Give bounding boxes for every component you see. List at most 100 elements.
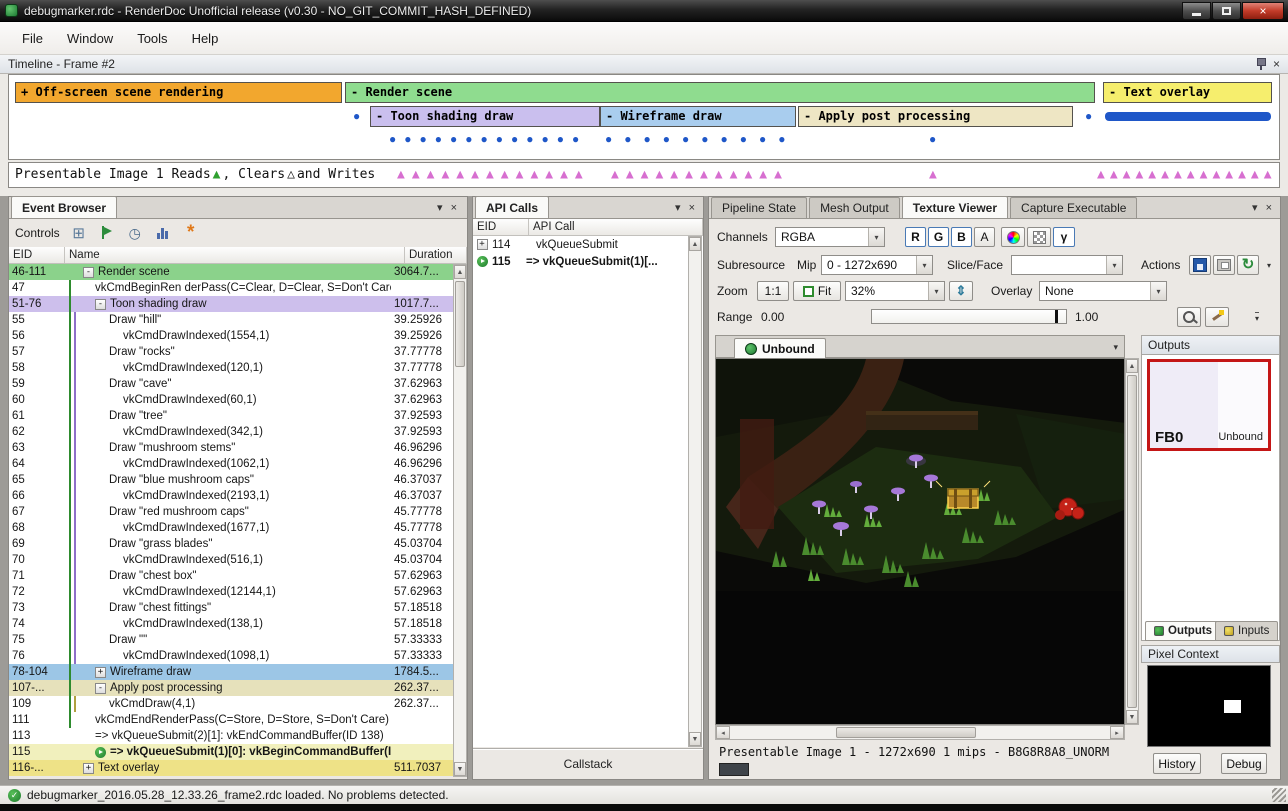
event-row[interactable]: 61 Draw "tree" 37.92593	[9, 408, 453, 424]
event-row[interactable]: 60 vkCmdDrawIndexed(60,1) 37.62963	[9, 392, 453, 408]
expander-toggle[interactable]: +	[95, 667, 106, 678]
column-header-eid[interactable]: EID	[9, 247, 65, 263]
timeline-block-post-processing[interactable]: - Apply post processing	[798, 106, 1073, 127]
event-row[interactable]: 55 Draw "hill" 39.25926	[9, 312, 453, 328]
close-panel-icon[interactable]: ×	[1266, 202, 1272, 214]
event-row[interactable]: 107-... - Apply post processing 262.37..…	[9, 680, 453, 696]
event-row[interactable]: 51-76 - Toon shading draw 1017.7...	[9, 296, 453, 312]
timeline-block-toon-shading[interactable]: - Toon shading draw	[370, 106, 600, 127]
api-call-row[interactable]: + 114 vkQueueSubmit	[473, 236, 703, 253]
timeline-block-render-scene[interactable]: - Render scene	[345, 82, 1095, 103]
scroll-right-button[interactable]: ▸	[1110, 726, 1124, 739]
api-calls-scrollbar[interactable]: ▲ ▼	[688, 236, 702, 747]
api-call-row[interactable]: 115 => vkQueueSubmit(1)[...	[473, 253, 703, 270]
tab-unbound-texture[interactable]: Unbound	[734, 338, 826, 359]
writes-markers[interactable]: ▲▲▲▲▲▲▲▲▲▲▲▲▲▲	[1097, 167, 1277, 182]
event-row[interactable]: 66 vkCmdDrawIndexed(2193,1) 46.37037	[9, 488, 453, 504]
expander-toggle[interactable]: -	[95, 299, 106, 310]
event-row[interactable]: 71 Draw "chest box" 57.62963	[9, 568, 453, 584]
tab-outputs[interactable]: Outputs	[1145, 621, 1221, 641]
zoom-fit-button[interactable]: Fit	[793, 281, 841, 301]
menu-item[interactable]: Help	[180, 27, 231, 50]
channel-g-button[interactable]: G	[928, 227, 949, 247]
event-dot[interactable]: ●	[929, 133, 936, 145]
close-panel-icon[interactable]: ×	[689, 202, 695, 214]
timeline-block-wireframe[interactable]: - Wireframe draw	[600, 106, 796, 127]
close-panel-icon[interactable]: ×	[1273, 58, 1280, 70]
dock-menu-icon[interactable]: ▾	[437, 201, 443, 214]
event-row[interactable]: 68 vkCmdDrawIndexed(1677,1) 45.77778	[9, 520, 453, 536]
tab-event-browser[interactable]: Event Browser	[11, 196, 117, 218]
bookmark-flag-icon[interactable]	[98, 224, 116, 242]
checkerboard-background-button[interactable]	[1027, 227, 1051, 247]
column-header-duration[interactable]: Duration	[405, 247, 467, 263]
event-row[interactable]: 75 Draw "" 57.33333	[9, 632, 453, 648]
range-slider[interactable]	[871, 309, 1067, 324]
channels-dropdown[interactable]: RGBA ▾	[775, 227, 885, 247]
refresh-button[interactable]: ↻	[1237, 255, 1259, 275]
toolbar-overflow-icon[interactable]: ▾	[1267, 261, 1271, 270]
event-row[interactable]: 63 Draw "mushroom stems" 46.96296	[9, 440, 453, 456]
channel-a-button[interactable]: A	[974, 227, 995, 247]
fb0-thumbnail[interactable]: FB0 Unbound	[1147, 359, 1271, 451]
statistics-icon[interactable]	[154, 224, 172, 242]
tab-api-calls[interactable]: API Calls	[475, 196, 549, 218]
event-row[interactable]: 109 vkCmdDraw(4,1) 262.37...	[9, 696, 453, 712]
scroll-up-button[interactable]: ▲	[1126, 359, 1138, 373]
event-row[interactable]: 47 vkCmdBeginRen derPass(C=Clear, D=Clea…	[9, 280, 453, 296]
scroll-down-button[interactable]: ▼	[689, 732, 701, 746]
scroll-down-button[interactable]: ▼	[1126, 710, 1138, 724]
scrollbar-thumb[interactable]	[1127, 375, 1137, 708]
menu-item[interactable]: Window	[55, 27, 125, 50]
event-row[interactable]: 73 Draw "chest fittings" 57.18518	[9, 600, 453, 616]
event-row[interactable]: 113 => vkQueueSubmit(2)[1]: vkEndCommand…	[9, 728, 453, 744]
channel-b-button[interactable]: B	[951, 227, 972, 247]
expander-toggle[interactable]: +	[83, 763, 94, 774]
event-row[interactable]: 56 vkCmdDrawIndexed(1554,1) 39.25926	[9, 328, 453, 344]
column-header-name[interactable]: Name	[65, 247, 405, 263]
channel-r-button[interactable]: R	[905, 227, 926, 247]
scroll-left-button[interactable]: ◂	[716, 726, 730, 739]
scroll-up-button[interactable]: ▲	[689, 237, 701, 251]
close-panel-icon[interactable]: ×	[451, 202, 457, 214]
texture-display[interactable]	[715, 358, 1125, 725]
text-overlay-event-bar[interactable]	[1105, 112, 1271, 121]
zoom-range-button[interactable]	[1177, 307, 1201, 327]
scroll-down-button[interactable]: ▼	[454, 762, 466, 776]
event-row[interactable]: 69 Draw "grass blades" 45.03704	[9, 536, 453, 552]
scroll-up-button[interactable]: ▲	[454, 265, 466, 279]
expander-toggle[interactable]: -	[83, 267, 94, 278]
event-row[interactable]: 74 vkCmdDrawIndexed(138,1) 57.18518	[9, 616, 453, 632]
event-row[interactable]: 59 Draw "cave" 37.62963	[9, 376, 453, 392]
zoom-level-combo[interactable]: 32% ▾	[845, 281, 945, 301]
history-button[interactable]: History	[1153, 753, 1201, 774]
writes-marker[interactable]: ▲	[929, 167, 937, 182]
wireframe-draw-dots[interactable]: ●●●●●●●●●●	[605, 133, 797, 145]
event-row[interactable]: 111 vkCmdEndRenderPass(C=Store, D=Store,…	[9, 712, 453, 728]
event-dot[interactable]: ●	[353, 110, 360, 122]
event-row[interactable]: 57 Draw "rocks" 37.77778	[9, 344, 453, 360]
event-dot[interactable]: ●	[1085, 110, 1092, 122]
event-row[interactable]: 46-111 - Render scene 3064.7...	[9, 264, 453, 280]
export-texture-button[interactable]	[1213, 255, 1235, 275]
time-durations-icon[interactable]: ◷	[126, 224, 144, 242]
expander-toggle[interactable]: +	[477, 239, 488, 250]
writes-markers[interactable]: ▲▲▲▲▲▲▲▲▲▲▲▲	[611, 167, 789, 182]
gamma-button[interactable]: γ	[1053, 227, 1075, 247]
tab-mesh-output[interactable]: Mesh Output	[809, 197, 900, 218]
maximize-button[interactable]	[1212, 2, 1241, 20]
expander-toggle[interactable]: -	[95, 683, 106, 694]
debug-button[interactable]: Debug	[1221, 753, 1267, 774]
range-slider-handle[interactable]	[1055, 310, 1058, 323]
tab-texture-viewer[interactable]: Texture Viewer	[902, 196, 1008, 218]
event-row[interactable]: 116-... + Text overlay 511.7037	[9, 760, 453, 776]
autofit-range-button[interactable]	[1205, 307, 1229, 327]
find-event-icon[interactable]: *	[182, 224, 200, 242]
dock-menu-icon[interactable]: ▾	[1252, 201, 1258, 214]
event-row[interactable]: 72 vkCmdDrawIndexed(12144,1) 57.62963	[9, 584, 453, 600]
texture-horizontal-scrollbar[interactable]: ◂ ▸	[715, 725, 1125, 740]
scrollbar-thumb[interactable]	[836, 727, 976, 738]
event-row[interactable]: 70 vkCmdDrawIndexed(516,1) 45.03704	[9, 552, 453, 568]
range-detail-toggle-icon[interactable]: ▾	[1255, 312, 1259, 323]
event-row[interactable]: 115 => vkQueueSubmit(1)[0]: vkBeginComma…	[9, 744, 453, 760]
